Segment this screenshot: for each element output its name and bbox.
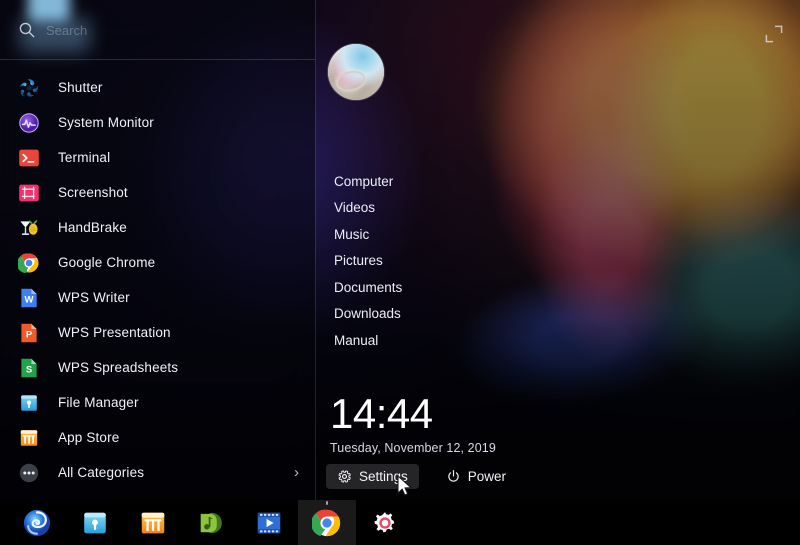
app-label: System Monitor: [58, 115, 154, 130]
app-item-handbrake[interactable]: HandBrake: [0, 210, 315, 245]
app-item-wps-spreadsheets[interactable]: S WPS Spreadsheets: [0, 350, 315, 385]
app-label: Screenshot: [58, 185, 128, 200]
chrome-icon: [18, 252, 40, 274]
dock-item-file-manager[interactable]: [66, 500, 124, 545]
app-item-wps-writer[interactable]: W WPS Writer: [0, 280, 315, 315]
gear-icon: [337, 469, 352, 484]
app-item-shutter[interactable]: Shutter: [0, 70, 315, 105]
place-item-manual[interactable]: Manual: [330, 327, 570, 354]
power-button[interactable]: Power: [435, 464, 517, 489]
app-item-terminal[interactable]: Terminal: [0, 140, 315, 175]
app-item-screenshot[interactable]: Screenshot: [0, 175, 315, 210]
terminal-icon: [18, 147, 40, 169]
place-item-documents[interactable]: Documents: [330, 274, 570, 301]
place-item-pictures[interactable]: Pictures: [330, 248, 570, 275]
power-label: Power: [468, 469, 506, 484]
wps-spreadsheets-icon: S: [18, 357, 40, 379]
app-label: Shutter: [58, 80, 103, 95]
dock-item-app-store[interactable]: [124, 500, 182, 545]
app-list: Shutter System Monitor: [0, 60, 315, 500]
app-label: File Manager: [58, 395, 139, 410]
svg-text:P: P: [26, 329, 33, 340]
dock: [0, 500, 800, 545]
search-icon: [18, 21, 36, 39]
search-bar[interactable]: [0, 0, 315, 60]
app-list-panel: Shutter System Monitor: [0, 0, 315, 500]
movie-icon: [254, 508, 284, 538]
place-label: Downloads: [334, 306, 401, 321]
screenshot-icon: [18, 182, 40, 204]
svg-text:W: W: [25, 294, 34, 305]
expand-icon[interactable]: [764, 24, 784, 44]
search-input[interactable]: [46, 23, 256, 38]
app-item-system-monitor[interactable]: System Monitor: [0, 105, 315, 140]
clock-date: Tuesday, November 12, 2019: [330, 441, 496, 455]
place-label: Computer: [334, 174, 393, 189]
dock-item-movie[interactable]: [240, 500, 298, 545]
wps-presentation-icon: P: [18, 322, 40, 344]
shutter-icon: [18, 77, 40, 99]
chrome-icon: [312, 508, 342, 538]
places-list: Computer Videos Music Pictures Documents…: [330, 168, 570, 354]
avatar[interactable]: [328, 44, 384, 100]
dock-item-music[interactable]: [182, 500, 240, 545]
settings-button[interactable]: Settings: [326, 464, 419, 489]
app-store-icon: [18, 427, 40, 449]
app-label: HandBrake: [58, 220, 127, 235]
settings-label: Settings: [359, 469, 408, 484]
place-item-computer[interactable]: Computer: [330, 168, 570, 195]
clock-block: 14:44 Tuesday, November 12, 2019: [330, 392, 496, 455]
place-label: Music: [334, 227, 369, 242]
deepin-launcher-icon: [22, 508, 52, 538]
app-item-all-categories[interactable]: All Categories ›: [0, 455, 315, 490]
action-row: Settings Power: [326, 464, 517, 489]
launcher-overlay: Shutter System Monitor: [0, 0, 800, 500]
app-item-google-chrome[interactable]: Google Chrome: [0, 245, 315, 280]
app-label: WPS Presentation: [58, 325, 171, 340]
power-icon: [446, 469, 461, 484]
chevron-right-icon: ›: [294, 465, 299, 480]
app-item-app-store[interactable]: App Store: [0, 420, 315, 455]
app-label: WPS Writer: [58, 290, 130, 305]
place-label: Pictures: [334, 253, 383, 268]
app-item-wps-presentation[interactable]: P WPS Presentation: [0, 315, 315, 350]
file-manager-icon: [80, 508, 110, 538]
file-manager-icon: [18, 392, 40, 414]
system-monitor-icon: [18, 112, 40, 134]
app-label: All Categories: [58, 465, 144, 480]
place-item-music[interactable]: Music: [330, 221, 570, 248]
app-label: App Store: [58, 430, 119, 445]
dock-item-launcher[interactable]: [8, 500, 66, 545]
svg-text:S: S: [26, 364, 32, 375]
place-label: Videos: [334, 200, 375, 215]
all-categories-icon: [18, 462, 40, 484]
music-icon: [196, 508, 226, 538]
place-label: Documents: [334, 280, 402, 295]
place-item-videos[interactable]: Videos: [330, 195, 570, 222]
place-label: Manual: [334, 333, 378, 348]
handbrake-icon: [18, 217, 40, 239]
place-item-downloads[interactable]: Downloads: [330, 301, 570, 328]
app-label: Terminal: [58, 150, 110, 165]
dock-item-chrome[interactable]: [298, 500, 356, 545]
clock-time: 14:44: [330, 392, 496, 436]
user-panel: Computer Videos Music Pictures Documents…: [315, 0, 800, 500]
app-label: WPS Spreadsheets: [58, 360, 178, 375]
settings-gear-icon: [370, 508, 400, 538]
app-store-icon: [138, 508, 168, 538]
app-item-file-manager[interactable]: File Manager: [0, 385, 315, 420]
dock-item-settings[interactable]: [356, 500, 414, 545]
wps-writer-icon: W: [18, 287, 40, 309]
app-label: Google Chrome: [58, 255, 155, 270]
